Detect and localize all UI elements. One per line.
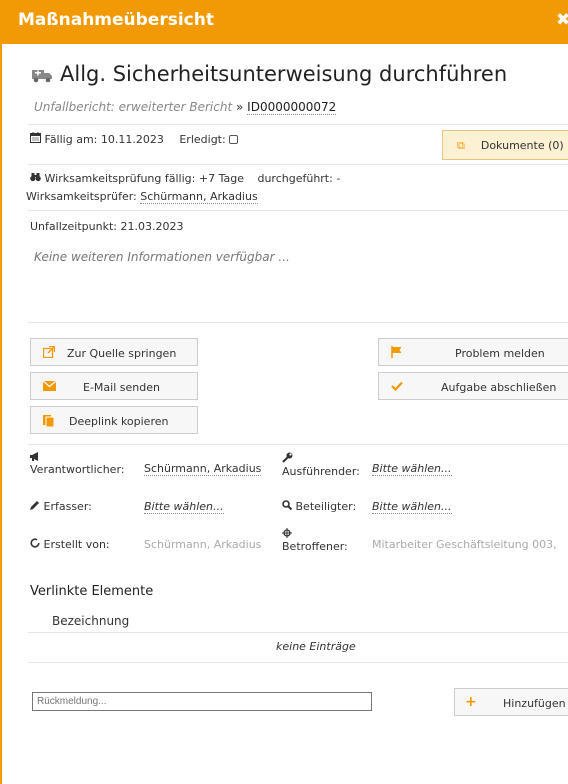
recorder-label: Erfasser: xyxy=(43,500,92,513)
executor-label-group: Ausführender: xyxy=(282,452,360,478)
linked-elements-title: Verlinkte Elemente xyxy=(30,584,154,599)
clipboard-icon xyxy=(43,414,55,430)
linked-empty-text: keine Einträge xyxy=(276,640,356,653)
truck-icon xyxy=(32,64,54,88)
affected-label-group: Betroffener: xyxy=(282,528,348,553)
copy-deeplink-label: Deeplink kopieren xyxy=(69,415,169,428)
envelope-icon xyxy=(42,380,57,394)
documents-label: Dokumente (0) xyxy=(480,139,564,152)
checker-value[interactable]: Schürmann, Arkadius xyxy=(140,190,258,204)
report-problem-button[interactable]: Problem melden xyxy=(378,338,568,366)
info-text: Keine weiteren Informationen verfügbar .… xyxy=(34,250,290,264)
created-by-label: Erstellt von: xyxy=(43,538,110,551)
flag-icon xyxy=(391,346,403,361)
magnifier-icon xyxy=(282,500,296,513)
responsible-value[interactable]: Schürmann, Arkadius xyxy=(144,462,262,476)
incident-time-row: Unfallzeitpunkt: 21.03.2023 xyxy=(30,220,183,233)
created-by-label-group: Erstellt von: xyxy=(30,538,110,551)
linked-column-header[interactable]: Bezeichnung xyxy=(52,614,129,628)
executor-value[interactable]: Bitte wählen... xyxy=(372,462,452,476)
feedback-input[interactable] xyxy=(32,692,372,711)
breadcrumb: Unfallbericht: erweiterter Bericht » ID0… xyxy=(34,100,337,115)
table-header-divider xyxy=(28,632,568,633)
copy-icon: ⧉ xyxy=(457,139,465,152)
breadcrumb-source[interactable]: Unfallbericht: erweiterter Bericht xyxy=(34,100,232,114)
send-email-label: E-Mail senden xyxy=(83,381,160,394)
complete-task-label: Aufgabe abschließen xyxy=(441,381,557,394)
affected-value: Mitarbeiter Geschäftsleitung 003, xyxy=(372,538,557,551)
incident-time-value: 21.03.2023 xyxy=(120,220,184,233)
plus-icon: + xyxy=(465,694,477,710)
effectiveness-label: Wirksamkeitsprüfung fällig: xyxy=(44,172,196,185)
divider xyxy=(28,662,568,663)
page-title: Allg. Sicherheitsunterweisung durchführe… xyxy=(60,62,508,86)
divider xyxy=(28,444,568,445)
external-link-icon xyxy=(42,345,56,361)
effectiveness-row: Wirksamkeitsprüfung fällig: +7 Tage durc… xyxy=(30,172,340,185)
responsible-label: Verantwortlicher: xyxy=(30,463,125,476)
goto-source-button[interactable]: Zur Quelle springen xyxy=(30,338,198,366)
responsible-label-group: Verantwortlicher: xyxy=(30,452,124,476)
add-feedback-button[interactable]: + Hinzufügen xyxy=(454,688,568,716)
breadcrumb-id[interactable]: ID0000000072 xyxy=(247,100,337,115)
copy-deeplink-button[interactable]: Deeplink kopieren xyxy=(30,406,198,434)
send-email-button[interactable]: E-Mail senden xyxy=(30,372,198,400)
executor-label: Ausführender: xyxy=(282,465,360,478)
breadcrumb-separator: » xyxy=(236,100,244,114)
close-icon[interactable]: ✖ xyxy=(556,10,568,30)
divider xyxy=(28,124,568,125)
calendar-icon xyxy=(30,132,41,146)
due-label: Fällig am: xyxy=(44,133,98,146)
complete-task-button[interactable]: Aufgabe abschließen xyxy=(378,372,568,400)
due-value: 10.11.2023 xyxy=(100,133,164,146)
performed-value: - xyxy=(336,172,341,185)
circle-notch-icon xyxy=(30,538,44,551)
done-checkbox[interactable] xyxy=(228,135,238,144)
recorder-value[interactable]: Bitte wählen... xyxy=(144,500,224,514)
participant-value[interactable]: Bitte wählen... xyxy=(372,500,452,514)
divider xyxy=(28,210,568,211)
affected-label: Betroffener: xyxy=(282,540,348,553)
binoculars-icon xyxy=(30,172,41,185)
wrench-icon xyxy=(282,452,360,466)
divider xyxy=(28,164,568,165)
due-row: Fällig am: 10.11.2023 Erledigt: xyxy=(30,132,238,146)
checker-label: Wirksamkeitsprüfer: xyxy=(26,190,137,203)
dialog-window: Maßnahmeübersicht ✖ Allg. Sicherheitsunt… xyxy=(0,0,568,784)
participant-label-group: Beteiligter: xyxy=(282,500,356,513)
report-problem-label: Problem melden xyxy=(455,347,545,360)
performed-label: durchgeführt: xyxy=(257,172,333,185)
pencil-icon xyxy=(30,500,44,513)
goto-source-label: Zur Quelle springen xyxy=(67,347,177,360)
page-title-row: Allg. Sicherheitsunterweisung durchführe… xyxy=(32,62,507,88)
participant-label: Beteiligter: xyxy=(295,500,357,513)
divider xyxy=(28,322,568,323)
checker-row: Wirksamkeitsprüfer: Schürmann, Arkadius xyxy=(26,190,258,204)
recorder-label-group: Erfasser: xyxy=(30,500,92,513)
done-label: Erledigt: xyxy=(179,133,226,146)
incident-time-label: Unfallzeitpunkt: xyxy=(30,220,117,233)
dialog-titlebar: Maßnahmeübersicht ✖ xyxy=(2,0,568,44)
dialog-title: Maßnahmeübersicht xyxy=(18,10,214,30)
created-by-value: Schürmann, Arkadius xyxy=(144,538,262,551)
effectiveness-value: +7 Tage xyxy=(198,172,244,185)
checkmark-icon xyxy=(391,380,403,394)
documents-button[interactable]: ⧉ Dokumente (0) xyxy=(442,130,568,160)
add-feedback-label: Hinzufügen xyxy=(503,697,566,710)
